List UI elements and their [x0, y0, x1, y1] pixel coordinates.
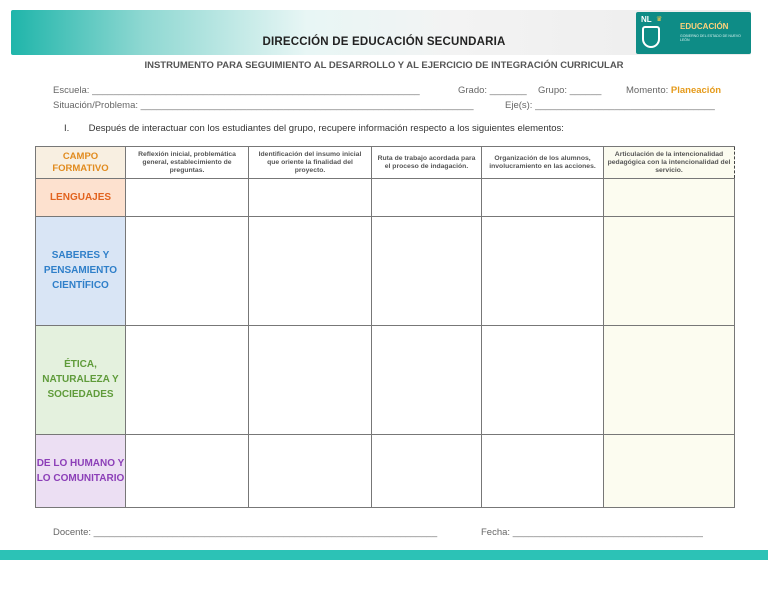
table-row: LENGUAJES	[35, 178, 735, 217]
fecha-label: Fecha:	[481, 527, 511, 538]
campo-etica: ÉTICA, NATURALEZA Y SOCIEDADES	[35, 324, 126, 435]
docente-label: Docente:	[53, 527, 92, 538]
table-cell[interactable]	[481, 178, 604, 217]
escuela-line: ________________________________________…	[92, 85, 420, 96]
table-cell[interactable]	[371, 178, 482, 217]
grupo-label: Grupo:	[538, 85, 568, 96]
instruction-number: I.	[64, 123, 70, 134]
table-cell[interactable]	[603, 433, 735, 509]
table-cell[interactable]	[125, 324, 249, 435]
situacion-field[interactable]: Situación/Problema: ____________________…	[53, 100, 474, 111]
table-cell[interactable]	[603, 215, 735, 326]
table-cell[interactable]	[603, 324, 735, 435]
crown-icon: ♛	[656, 16, 663, 23]
grado-line: _______	[489, 85, 527, 96]
logo-abbr: NL	[641, 15, 652, 24]
situacion-label: Situación/Problema:	[53, 100, 139, 111]
table-row: SABERES Y PENSAMIENTO CIENTÍFICO	[35, 215, 735, 326]
table-header-row: CAMPO FORMATIVO Reflexión inicial, probl…	[35, 146, 735, 179]
ejes-line: __________________________________	[535, 100, 715, 111]
header-ruta-trabajo: Ruta de trabajo acordada para el proceso…	[371, 146, 482, 179]
table-cell[interactable]	[125, 215, 249, 326]
campo-lenguajes: LENGUAJES	[35, 178, 126, 217]
fecha-line: ____________________________________	[512, 527, 703, 538]
grado-field[interactable]: Grado: _______	[458, 85, 527, 96]
table-cell[interactable]	[248, 178, 372, 217]
table-cell[interactable]	[125, 178, 249, 217]
fecha-field[interactable]: Fecha: _________________________________…	[481, 527, 703, 538]
escuela-label: Escuela:	[53, 85, 90, 96]
docente-line: ________________________________________…	[93, 527, 438, 538]
table-cell[interactable]	[371, 433, 482, 509]
table-row: ÉTICA, NATURALEZA Y SOCIEDADES	[35, 324, 735, 435]
assessment-table: CAMPO FORMATIVO Reflexión inicial, probl…	[35, 146, 735, 509]
campo-humano-comunitario: DE LO HUMANO Y LO COMUNITARIO	[35, 433, 126, 509]
table-cell[interactable]	[248, 215, 372, 326]
header-articulacion: Articulación de la intencionalidad pedag…	[603, 146, 735, 179]
education-logo: NL ♛ EDUCACIÓN GOBIERNO DEL ESTADO DE NU…	[636, 12, 751, 54]
grupo-field[interactable]: Grupo: ______	[538, 85, 601, 96]
instruction: I. Después de interactuar con los estudi…	[64, 123, 564, 134]
table-cell[interactable]	[371, 215, 482, 326]
instruction-text: Después de interactuar con los estudiant…	[88, 123, 564, 134]
ejes-field[interactable]: Eje(s): ________________________________…	[505, 100, 715, 111]
header-reflexion-inicial: Reflexión inicial, problemática general,…	[125, 146, 249, 179]
table-cell[interactable]	[481, 324, 604, 435]
grupo-line: ______	[569, 85, 602, 96]
table-cell[interactable]	[248, 433, 372, 509]
grado-label: Grado:	[458, 85, 488, 96]
table-cell[interactable]	[125, 433, 249, 509]
table-cell[interactable]	[481, 433, 604, 509]
momento-label: Momento:	[626, 85, 669, 96]
table-cell[interactable]	[248, 324, 372, 435]
table-row: DE LO HUMANO Y LO COMUNITARIO	[35, 433, 735, 509]
momento-field: Momento: Planeación	[626, 85, 721, 96]
ejes-label: Eje(s):	[505, 100, 533, 111]
footer-band	[0, 550, 768, 560]
escuela-field[interactable]: Escuela: _______________________________…	[53, 85, 420, 96]
shield-icon	[642, 26, 660, 48]
header-identificacion-insumo: Identificación del insumo inicial que or…	[248, 146, 372, 179]
situacion-line: ________________________________________…	[140, 100, 474, 111]
document-subtitle: INSTRUMENTO PARA SEGUIMIENTO AL DESARROL…	[144, 60, 624, 71]
logo-tagline: GOBIERNO DEL ESTADO DE NUEVO LEÓN	[680, 34, 741, 42]
momento-value: Planeación	[670, 85, 722, 96]
table-cell[interactable]	[603, 178, 735, 217]
table-cell[interactable]	[481, 215, 604, 326]
table-cell[interactable]	[371, 324, 482, 435]
campo-saberes: SABERES Y PENSAMIENTO CIENTÍFICO	[35, 215, 126, 326]
docente-field[interactable]: Docente: _______________________________…	[53, 527, 437, 538]
logo-label: EDUCACIÓN	[680, 22, 729, 31]
header-organizacion-alumnos: Organización de los alumnos, involucrami…	[481, 146, 604, 179]
header-campo-formativo: CAMPO FORMATIVO	[35, 146, 126, 179]
